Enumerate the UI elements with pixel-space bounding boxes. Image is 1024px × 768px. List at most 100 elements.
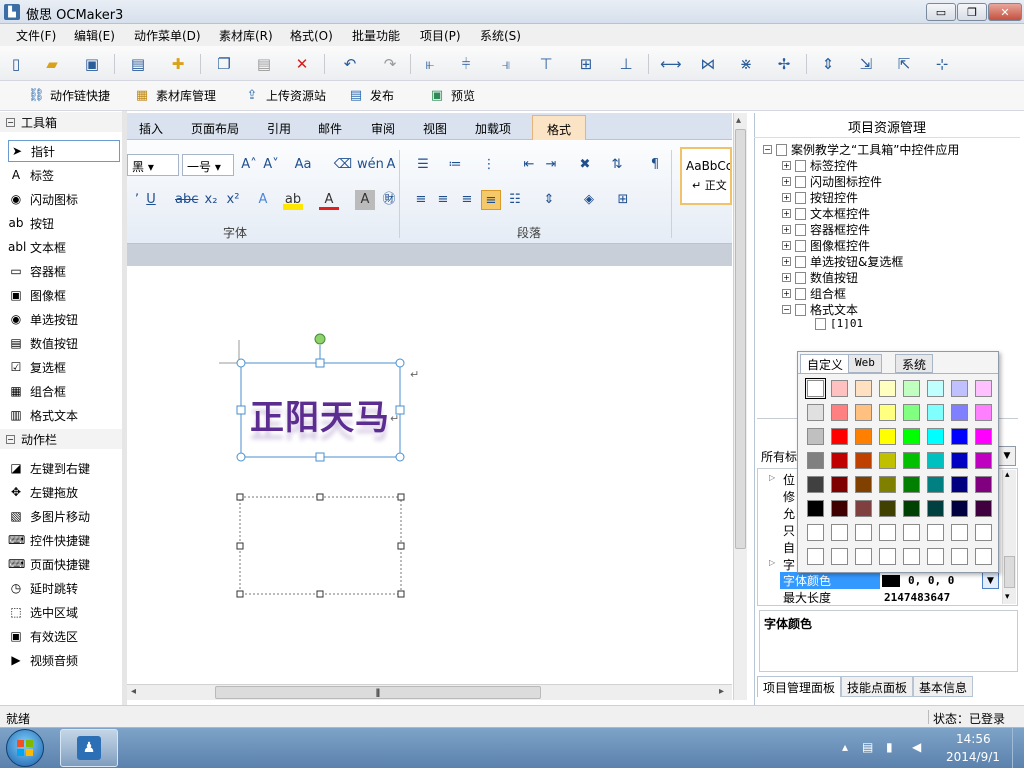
font-size-combo[interactable]: 一号 ▾ <box>182 154 234 176</box>
color-swatch[interactable] <box>807 452 824 469</box>
tab-review[interactable]: 审阅 <box>371 120 395 137</box>
tree-item[interactable]: + 按钮控件 <box>782 189 858 206</box>
action-page-key[interactable]: ⌨ 页面快捷键 <box>8 553 120 575</box>
action-timer[interactable]: ◷ 延时跳转 <box>8 577 120 599</box>
color-swatch[interactable] <box>879 452 896 469</box>
property-row[interactable]: 允 <box>780 505 797 522</box>
tab-basic-info[interactable]: 基本信息 <box>913 676 974 697</box>
sort-icon[interactable]: ⇅ <box>607 155 627 175</box>
save-icon[interactable]: ▣ <box>82 54 102 74</box>
color-swatch[interactable] <box>975 380 992 397</box>
tree-item[interactable]: + 单选按钮&复选框 <box>782 253 903 270</box>
tool-textbox[interactable]: abl 文本框 <box>8 236 120 258</box>
color-swatch[interactable] <box>951 428 968 445</box>
tab-page-layout[interactable]: 页面布局 <box>191 120 239 137</box>
color-swatch[interactable] <box>903 380 920 397</box>
tool-checkbox[interactable]: ☑ 复选框 <box>8 356 120 378</box>
vertical-scrollbar[interactable]: ▴ <box>733 113 747 700</box>
grid-size-icon[interactable]: ⊹ <box>932 54 952 74</box>
color-swatch[interactable] <box>951 404 968 421</box>
action-drag[interactable]: ✥ 左键拖放 <box>8 481 120 503</box>
menu-format[interactable]: 格式(O) <box>290 27 333 44</box>
align-middle-icon[interactable]: ⊞ <box>576 54 596 74</box>
enclose-char-icon[interactable]: ㊖ <box>379 190 399 210</box>
tab-view[interactable]: 视图 <box>423 120 447 137</box>
align-left-text-icon[interactable]: ≡ <box>411 190 431 210</box>
minimize-button[interactable]: ▭ <box>926 3 956 21</box>
property-row[interactable]: 位 <box>780 471 797 488</box>
color-swatch[interactable] <box>831 524 848 541</box>
color-swatch[interactable] <box>975 404 992 421</box>
align-right-icon[interactable]: ⫣ <box>496 54 516 74</box>
action-mouse[interactable]: ◪ 左键到右键 <box>8 457 120 479</box>
tool-spinner[interactable]: ▤ 数值按钮 <box>8 332 120 354</box>
show-desktop-button[interactable] <box>1012 728 1024 768</box>
color-swatch[interactable] <box>927 476 944 493</box>
font-color-dropdown[interactable]: ▼ <box>982 572 999 589</box>
category-dropdown[interactable]: ▼ <box>998 446 1016 466</box>
tab-references[interactable]: 引用 <box>267 120 291 137</box>
rotate-handle[interactable] <box>314 333 326 345</box>
tray-device-icon[interactable]: ▤ <box>862 740 873 754</box>
action-chain-button[interactable]: ⛓ 动作链快捷 <box>28 87 110 104</box>
color-tab-system[interactable]: 系统 <box>895 354 934 373</box>
tool-image[interactable]: ▣ 图像框 <box>8 284 120 306</box>
tab-format[interactable]: 格式 <box>532 115 587 141</box>
color-swatch[interactable] <box>927 428 944 445</box>
clock-date[interactable]: 2014/9/1 <box>946 750 1000 764</box>
color-swatch[interactable] <box>903 404 920 421</box>
color-tab-web[interactable]: Web <box>848 354 882 373</box>
max-length-value[interactable]: 2147483647 <box>880 589 1000 606</box>
property-row[interactable]: 修 <box>780 488 797 505</box>
distribute-icon[interactable]: ☷ <box>505 190 525 210</box>
empty-control-frame[interactable] <box>239 496 402 595</box>
library-manage-button[interactable]: ▦ 素材库管理 <box>134 87 216 104</box>
color-swatch[interactable] <box>927 452 944 469</box>
color-swatch[interactable] <box>903 548 920 565</box>
menu-batch[interactable]: 批量功能 <box>352 27 400 44</box>
space-center-icon[interactable]: ✢ <box>774 54 794 74</box>
open-folder-icon[interactable]: ▰ <box>42 54 62 74</box>
property-row[interactable]: 只 <box>780 522 797 539</box>
numbering-icon[interactable]: ≔ <box>445 155 465 175</box>
color-swatch[interactable] <box>831 452 848 469</box>
undo-icon[interactable]: ↶ <box>340 54 360 74</box>
color-tab-custom[interactable]: 自定义 <box>800 354 851 373</box>
color-swatch[interactable] <box>855 476 872 493</box>
char-shading-icon[interactable]: A <box>355 190 375 210</box>
color-swatch[interactable] <box>855 404 872 421</box>
underline-icon[interactable]: U <box>141 190 161 210</box>
bullets-icon[interactable]: ☰ <box>413 155 433 175</box>
color-swatch[interactable] <box>903 476 920 493</box>
space-equal-v-icon[interactable]: ⋇ <box>736 54 756 74</box>
tool-label[interactable]: A 标签 <box>8 164 120 186</box>
shrink-font-icon[interactable]: A˅ <box>261 155 281 175</box>
space-horizontal-icon[interactable]: ⟷ <box>660 54 682 74</box>
align-center-icon[interactable]: ⫩ <box>456 54 476 74</box>
color-swatch[interactable] <box>879 476 896 493</box>
tree-item[interactable]: − 格式文本 <box>782 301 858 318</box>
close-button[interactable]: ✕ <box>988 3 1022 21</box>
color-swatch[interactable] <box>903 500 920 517</box>
superscript-icon[interactable]: x² <box>223 190 243 210</box>
center-text-icon[interactable]: ≡ <box>433 190 453 210</box>
menu-project[interactable]: 项目(P) <box>420 27 461 44</box>
tool-combobox[interactable]: ▦ 组合框 <box>8 380 120 402</box>
same-size-icon[interactable]: ⇱ <box>894 54 914 74</box>
menu-system[interactable]: 系统(S) <box>480 27 521 44</box>
color-swatch[interactable] <box>831 404 848 421</box>
new-file-icon[interactable]: ▯ <box>6 54 26 74</box>
text-direction-icon[interactable]: ✖ <box>575 155 595 175</box>
color-swatch[interactable] <box>951 500 968 517</box>
color-swatch[interactable] <box>807 500 824 517</box>
color-swatch[interactable] <box>807 548 824 565</box>
color-swatch[interactable] <box>951 524 968 541</box>
color-swatch[interactable] <box>879 548 896 565</box>
action-control-key[interactable]: ⌨ 控件快捷键 <box>8 529 120 551</box>
increase-indent-icon[interactable]: ⇥ <box>541 155 561 175</box>
tree-item[interactable]: + 文本框控件 <box>782 205 870 222</box>
color-swatch[interactable] <box>807 476 824 493</box>
align-bottom-icon[interactable]: ⊥ <box>616 54 636 74</box>
max-length-row[interactable]: 最大长度 <box>780 589 880 606</box>
start-button[interactable] <box>6 729 44 767</box>
